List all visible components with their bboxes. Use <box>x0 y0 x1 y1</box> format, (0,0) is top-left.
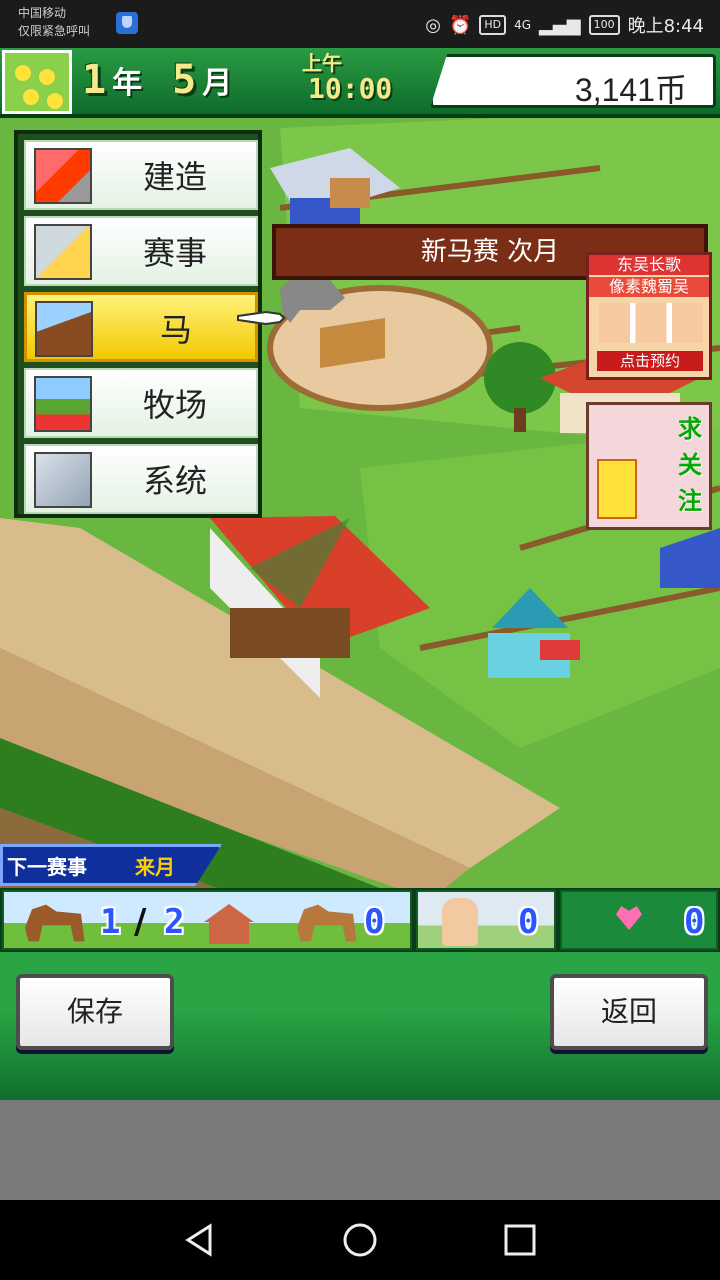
money-value: 3,141币 <box>574 72 687 108</box>
money-display: 3,141币 <box>430 54 716 108</box>
horse-icon <box>25 904 85 942</box>
battery-icon: 100 <box>588 15 620 35</box>
menu-item-label: 赛事 <box>142 234 207 272</box>
race-icon <box>34 224 92 280</box>
menu-item-system[interactable]: 系统 <box>24 444 258 514</box>
status-bar: 中国移动 仅限紧急呼叫 ◎ ⏰ HD 4G ▂▄▆ 100 晚上8:44 <box>0 0 720 48</box>
horse-icon <box>35 301 93 357</box>
signal-icon: ▂▄▆ <box>539 14 581 36</box>
carrier-text: 中国移动 仅限紧急呼叫 <box>18 4 90 40</box>
ad-character-image <box>597 459 637 519</box>
time-display: 上午 10:00 <box>302 52 392 104</box>
ad-subtitle: 像素魏蜀吴 <box>589 277 709 297</box>
stable-icon <box>204 904 254 944</box>
recents-nav-icon[interactable] <box>502 1222 538 1258</box>
empty-area <box>0 1100 720 1200</box>
clock-label: 10:00 <box>308 72 393 105</box>
navigation-bar <box>0 1200 720 1280</box>
back-button[interactable]: 返回 <box>550 974 708 1050</box>
ad-cta: 点击预约 <box>597 351 703 371</box>
carrier-line1: 中国移动 <box>18 6 67 20</box>
back-nav-icon[interactable] <box>182 1222 218 1258</box>
alarm-icon: ⏰ <box>448 14 472 36</box>
ad-banner-game[interactable]: 东吴长歌 像素魏蜀吴 点击预约 <box>586 252 712 380</box>
year-unit: 年 <box>112 66 143 101</box>
menu-item-ranch[interactable]: 牧场 <box>24 368 258 438</box>
next-race-title: 下一赛事 <box>7 855 87 879</box>
year-number: 1 <box>82 57 107 103</box>
bottom-panel: 保存 返回 <box>0 952 720 1100</box>
menu-item-label: 建造 <box>142 158 207 196</box>
menu-item-horse[interactable]: 马 <box>24 292 258 362</box>
breeding-panel[interactable]: 0 <box>560 890 718 950</box>
ad-char: 注 <box>678 487 702 515</box>
ad-title: 东吴长歌 <box>589 255 709 275</box>
next-race-label: 下一赛事 来月 <box>0 844 222 886</box>
status-time: 晚上8:44 <box>627 16 704 37</box>
ad-follow-text: 求 关 注 <box>675 411 705 519</box>
system-icon <box>34 452 92 508</box>
ad-characters-image <box>599 303 703 343</box>
jockey-panel[interactable]: 0 <box>416 890 556 950</box>
horse-count: 1 <box>100 902 121 942</box>
foal-icon <box>297 904 357 942</box>
network-label: 4G <box>514 18 532 32</box>
shield-icon <box>116 12 138 34</box>
ampm-label: 上午 <box>302 51 342 75</box>
menu-item-build[interactable]: 建造 <box>24 140 258 210</box>
season-flower-icon <box>2 50 72 114</box>
hand-pointer-icon <box>237 310 286 326</box>
jockey-icon <box>442 898 478 946</box>
stable-capacity: 2 <box>164 902 185 942</box>
construction-icon <box>34 148 92 204</box>
menu-item-label: 牧场 <box>142 386 207 424</box>
menu-item-label: 马 <box>159 311 192 349</box>
top-hud: 1 年 5 月 上午 10:00 3,141币 <box>0 48 720 118</box>
horse-count-panel[interactable]: 1 / 2 0 <box>2 890 412 950</box>
menu-item-label: 系统 <box>142 462 207 500</box>
menu-item-race[interactable]: 赛事 <box>24 216 258 286</box>
home-nav-icon[interactable] <box>342 1222 378 1258</box>
ranch-icon <box>34 376 92 432</box>
save-button[interactable]: 保存 <box>16 974 174 1050</box>
month-unit: 月 <box>202 66 233 101</box>
hotspot-icon: ◎ <box>425 14 441 36</box>
separator: / <box>134 902 147 942</box>
ad-char: 关 <box>678 451 702 479</box>
month-number: 5 <box>172 57 197 103</box>
foal-count: 0 <box>364 902 385 942</box>
ad-banner-follow[interactable]: 求 关 注 <box>586 402 712 530</box>
status-icons: ◎ ⏰ HD 4G ▂▄▆ 100 晚上8:44 <box>425 12 704 38</box>
date-display: 1 年 5 月 <box>82 48 232 112</box>
pair-count: 0 <box>684 902 705 942</box>
hd-icon: HD <box>479 15 507 35</box>
next-race-value: 来月 <box>135 855 175 879</box>
heart-icon <box>616 906 642 930</box>
jockey-count: 0 <box>518 902 539 942</box>
ad-char: 求 <box>678 415 702 443</box>
game-area: 1 年 5 月 上午 10:00 3,141币 建造 赛事 马 牧场 系统 新马… <box>0 48 720 1100</box>
carrier-line2: 仅限紧急呼叫 <box>18 24 91 38</box>
stats-bar: 1 / 2 0 0 0 <box>0 888 720 952</box>
main-menu: 建造 赛事 马 牧场 系统 <box>14 130 262 518</box>
